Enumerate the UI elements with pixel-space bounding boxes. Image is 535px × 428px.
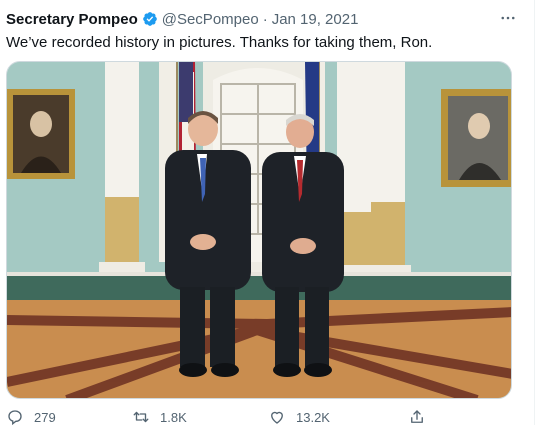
retweet-icon [133,411,149,423]
tweet-header: Secretary Pompeo @SecPompeo · Jan 19, 20… [6,9,358,29]
separator-dot: · [262,10,268,28]
share-icon [411,410,423,423]
reply-count: 279 [34,409,56,425]
tweet-photo[interactable] [6,61,512,399]
like-button[interactable]: 13.2K [268,408,330,426]
reply-button[interactable]: 279 [6,408,56,426]
display-name[interactable]: Secretary Pompeo [6,11,138,28]
reply-icon [8,410,22,426]
retweet-count: 1.8K [160,409,187,425]
user-handle[interactable]: @SecPompeo [162,11,259,28]
tweet-actions: 279 1.8K 13.2K [0,408,535,428]
retweet-button[interactable]: 1.8K [132,408,187,426]
more-horizontal-icon[interactable] [497,8,519,28]
heart-icon [271,411,283,424]
tweet-text: We’ve recorded history in pictures. Than… [6,34,433,51]
share-button[interactable] [408,408,426,426]
tweet[interactable]: Secretary Pompeo @SecPompeo · Jan 19, 20… [0,0,535,428]
verified-badge-icon [142,11,158,27]
like-count: 13.2K [296,409,330,425]
photo-illustration [7,62,511,398]
tweet-date[interactable]: Jan 19, 2021 [272,11,359,28]
